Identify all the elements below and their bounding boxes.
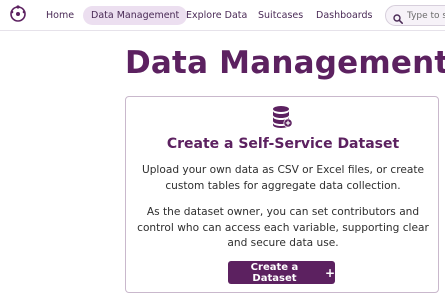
nav-suitcases[interactable]: Suitcases: [250, 6, 311, 25]
search-input[interactable]: [407, 9, 445, 23]
card-description: Upload your own data as CSV or Excel fil…: [141, 164, 425, 192]
search-box[interactable]: [385, 5, 445, 26]
database-add-icon: [271, 105, 293, 129]
search-icon: [393, 11, 403, 24]
nav-explore-data[interactable]: Explore Data: [178, 6, 255, 25]
create-dataset-button-label: Create a Dataset: [250, 261, 299, 284]
top-navigation: Home Data Management Explore Data Suitca…: [0, 0, 445, 31]
plus-icon: +: [324, 265, 335, 280]
card-owner-info: As the dataset owner, you can set contri…: [137, 206, 429, 249]
app-logo-icon[interactable]: [9, 5, 27, 23]
create-dataset-card: Create a Self-Service Dataset Upload you…: [125, 96, 439, 293]
nav-data-management[interactable]: Data Management: [83, 6, 188, 25]
nav-home[interactable]: Home: [38, 6, 82, 25]
nav-dashboards[interactable]: Dashboards: [308, 6, 381, 25]
create-dataset-button[interactable]: Create a Dataset +: [228, 261, 335, 284]
card-title: Create a Self-Service Dataset: [166, 136, 400, 152]
page-title: Data Management: [125, 45, 445, 81]
